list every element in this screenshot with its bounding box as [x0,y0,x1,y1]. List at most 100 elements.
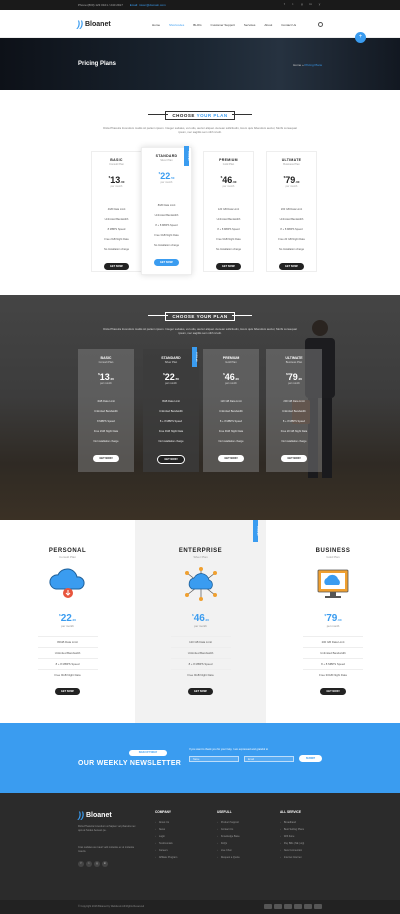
pricing-card: ULTIMATE Business Plan $79.00 per month 200 … [266,151,317,272]
feature-item: Free 30GB Night Data [303,669,363,680]
feature-item: No Installation charge [215,248,242,251]
logo-text: Bloanet [85,20,111,28]
feature-list: 200 GB Data Limit Unlimited Bandwidth 8 + … [266,397,322,447]
main-nav: Home Shortcodes BLOG Customer Support Se… [152,23,305,27]
nav-customer-support[interactable]: Customer Support [211,23,235,27]
price-period: per month [194,624,207,628]
footer-link[interactable]: Wifi Zone [280,833,304,840]
email-input[interactable]: Email [244,756,294,762]
feature-item: Unlimited Bandwidth [279,218,304,221]
get-now-button[interactable]: GET NOW! [278,263,305,270]
floating-action-button[interactable]: + [355,32,366,43]
nav-contact[interactable]: Contact Us [281,23,296,27]
discover-icon [304,904,312,909]
dark-pricing-section: CHOOSE YOUR PLAN Dicta Pharetra Incendum… [0,295,400,520]
amex-icon [284,904,292,909]
feature-list: 120 GB Data Limit Unlimited Bandwidth 8 + … [135,636,266,680]
name-input[interactable]: Name [189,756,239,762]
google-plus-icon[interactable]: g [299,2,304,6]
logo-text: Bloanet [86,811,112,819]
price-cents: .00 [337,618,342,622]
footer-link[interactable]: Product Support [217,819,240,826]
feature-item: 8 + 8 MBPS Speed [170,658,231,669]
facebook-icon[interactable]: f [282,2,287,6]
search-icon[interactable] [318,22,323,27]
footer-link[interactable]: Internet Internet [280,854,304,861]
feature-item: Unlimited Bandwidth [219,410,243,413]
feature-item: No Installation charge [218,440,244,443]
footer-link[interactable]: News [155,826,177,833]
footer-logo[interactable]: )) Bloanet [78,810,112,820]
feature-list: 8GB Data Limit Unlimited Bandwidth 8 + 8 M… [143,397,199,447]
nav-home[interactable]: Home [152,23,160,27]
nav-shortcodes[interactable]: Shortcodes [169,23,184,27]
linkedin-icon[interactable]: in [102,861,108,867]
twitter-icon[interactable]: t [290,2,295,6]
footer-link[interactable]: Contact Us [217,826,240,833]
plus-icon: + [358,34,363,40]
payment-icons [262,904,322,909]
feature-item: Free 3GB Night Data [154,234,179,237]
footer-link[interactable]: Best Selling Plans [280,826,304,833]
feature-item: Free 9GB Night Data [218,430,244,433]
nav-about[interactable]: About [264,23,272,27]
footer-column-title: COMPANY [155,810,172,814]
breadcrumb-home[interactable]: Home [293,63,301,67]
footer-link[interactable]: Knowledge Base [217,833,240,840]
get-now-button[interactable]: GET NOW! [187,688,214,695]
feature-item: 8 + 8 MBPS Speed [303,658,363,669]
footer-link[interactable]: Affiliate Program [155,854,177,861]
get-now-button[interactable]: GET NOW! [215,263,242,270]
get-now-button[interactable]: GET NOW! [153,259,180,266]
section-choose-plan-dark: CHOOSE YOUR PLAN Dicta Pharetra Incendum… [0,312,400,335]
footer-about-2: Cras sodales as mauri velit molestie ex … [78,846,135,853]
feature-item: 4GB Data Limit [107,208,126,211]
plan-name: BASIC [110,158,123,162]
pricing-card: POPULAR STANDARD Silver Plan $22.50 per mont… [143,347,199,472]
google-plus-icon[interactable]: g [94,861,100,867]
divider [148,114,168,115]
feature-item: Free 9GB Night Data [37,669,98,680]
get-now-button[interactable]: GET NOW! [320,688,346,695]
footer-link[interactable]: Login [155,833,177,840]
footer-link[interactable]: Request a Quote [217,854,240,861]
pricing-card: PREMIUM Gold Plan $46.00 per month 120 GB Da… [203,349,259,472]
price-period: per month [100,382,112,385]
nav-services[interactable]: Services [244,23,256,27]
get-now-button[interactable]: GET NOW! [281,455,307,462]
footer-link[interactable]: Testimonials [155,840,177,847]
footer-link[interactable]: Broadband [280,819,304,826]
site-logo[interactable]: )) Bloanet [77,19,111,29]
linkedin-icon[interactable]: in [308,2,313,6]
footer-link[interactable]: FAQs [217,840,240,847]
icon-plan-card: PERSONAL Consult Plan $22.00 per month 80GB … [0,520,135,720]
plan-price: $46.00 [204,175,253,185]
twitter-icon[interactable]: t [86,861,92,867]
signup-pill: SIGN UP TODAY [129,750,167,756]
pricing-card: ULTIMATE Business Plan $79.00 per month 200 … [266,349,322,472]
price-period: per month [285,185,298,188]
price-amount: 46 [224,372,235,382]
get-now-button[interactable]: GET NOW! [157,455,185,464]
plan-price: $46.00 [135,613,266,624]
get-now-button[interactable]: GET NOW! [93,455,119,462]
nav-blog[interactable]: BLOG [193,23,201,27]
get-now-button[interactable]: GET NOW! [103,263,130,270]
topbar-email[interactable]: Email: mixer@domain.com [130,3,166,7]
plan-name: PREMIUM [222,356,240,360]
footer-link[interactable]: Live Chat [217,847,240,854]
footer-link[interactable]: Pay Bills (NE (us)) [280,840,304,847]
get-now-button[interactable]: GET NOW! [218,455,244,462]
submit-button[interactable]: SUBMIT [299,755,322,762]
youtube-icon[interactable]: y [317,2,322,6]
plan-price: $22.50 [142,171,191,181]
footer-link[interactable]: New Connection [280,847,304,854]
footer-link[interactable]: Careers [155,847,177,854]
feature-item: 120 GB Data Limit [170,636,231,647]
facebook-icon[interactable]: f [78,861,84,867]
feature-item: Unlimited Bandwidth [303,647,363,658]
get-now-button[interactable]: GET NOW! [54,688,81,695]
footer-link[interactable]: About Us [155,819,177,826]
feature-item: 8 + 8 MBPS Speed [155,224,178,227]
price-period: per month [165,382,177,385]
